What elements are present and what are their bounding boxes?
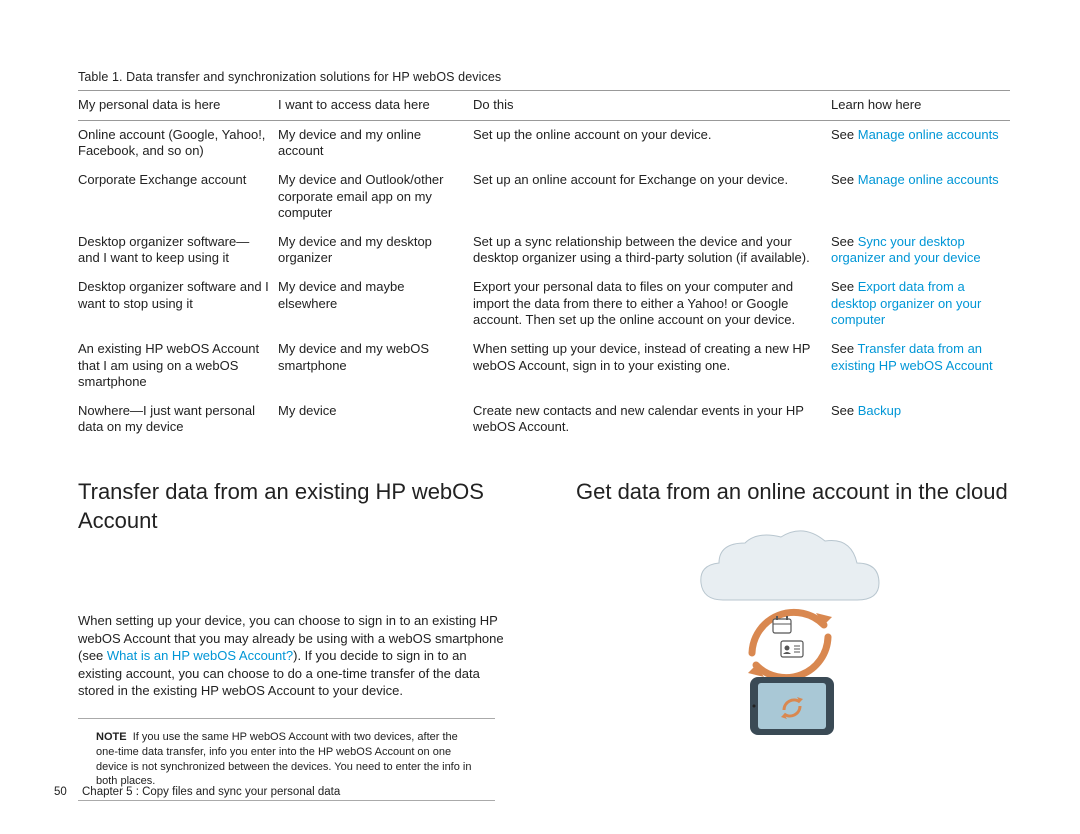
table-cell: Set up a sync relationship between the d… bbox=[473, 228, 831, 273]
table-cell: See Transfer data from an existing HP we… bbox=[831, 335, 1010, 397]
contact-card-icon bbox=[781, 641, 803, 657]
tablet-icon bbox=[750, 677, 834, 735]
table-row: An existing HP webOS Account that I am u… bbox=[78, 335, 1010, 397]
table-cell: My device bbox=[278, 397, 473, 442]
cross-ref-link[interactable]: Backup bbox=[858, 403, 901, 418]
cloud-sync-illustration bbox=[653, 525, 933, 740]
section-heading-transfer: Transfer data from an existing HP webOS … bbox=[78, 478, 512, 535]
page-footer: 50 Chapter 5 : Copy files and sync your … bbox=[54, 786, 340, 798]
table-row: Nowhere—I just want personal data on my … bbox=[78, 397, 1010, 442]
table-cell: My device and my webOS smartphone bbox=[278, 335, 473, 397]
table-row: Online account (Google, Yahoo!, Facebook… bbox=[78, 120, 1010, 166]
table-row: Corporate Exchange accountMy device and … bbox=[78, 166, 1010, 228]
table-cell: Create new contacts and new calendar eve… bbox=[473, 397, 831, 442]
table-cell: Online account (Google, Yahoo!, Facebook… bbox=[78, 120, 278, 166]
data-transfer-table: My personal data is here I want to acces… bbox=[78, 90, 1010, 442]
text: See bbox=[831, 172, 858, 187]
table-cell: My device and Outlook/other corporate em… bbox=[278, 166, 473, 228]
cloud-icon bbox=[701, 530, 879, 599]
link-what-is-account[interactable]: What is an HP webOS Account? bbox=[107, 648, 293, 663]
table-caption: Table 1. Data transfer and synchronizati… bbox=[78, 70, 1010, 84]
table-cell: Set up the online account on your device… bbox=[473, 120, 831, 166]
cross-ref-link[interactable]: Manage online accounts bbox=[858, 172, 999, 187]
col-header: Do this bbox=[473, 91, 831, 121]
col-header: My personal data is here bbox=[78, 91, 278, 121]
calendar-icon bbox=[773, 616, 791, 633]
divider bbox=[78, 718, 495, 719]
col-header: Learn how here bbox=[831, 91, 1010, 121]
table-cell: See Export data from a desktop organizer… bbox=[831, 273, 1010, 335]
table-row: Desktop organizer software and I want to… bbox=[78, 273, 1010, 335]
text: See bbox=[831, 341, 858, 356]
paragraph: When setting up your device, you can cho… bbox=[78, 612, 512, 700]
section-heading-cloud: Get data from an online account in the c… bbox=[576, 478, 1010, 507]
text: See bbox=[831, 234, 858, 249]
note-label: NOTE bbox=[96, 731, 127, 743]
table-cell: Desktop organizer software—and I want to… bbox=[78, 228, 278, 273]
note-body: If you use the same HP webOS Account wit… bbox=[96, 731, 471, 788]
text: See bbox=[831, 279, 858, 294]
table-header-row: My personal data is here I want to acces… bbox=[78, 91, 1010, 121]
note-block: NOTE If you use the same HP webOS Accoun… bbox=[78, 730, 512, 789]
table-cell: Export your personal data to files on yo… bbox=[473, 273, 831, 335]
text: See bbox=[831, 403, 858, 418]
table-cell: My device and my desktop organizer bbox=[278, 228, 473, 273]
table-cell: See Manage online accounts bbox=[831, 166, 1010, 228]
table-row: Desktop organizer software—and I want to… bbox=[78, 228, 1010, 273]
page-number: 50 bbox=[54, 786, 67, 798]
text: See bbox=[831, 127, 858, 142]
table-cell: Set up an online account for Exchange on… bbox=[473, 166, 831, 228]
table-cell: My device and my online account bbox=[278, 120, 473, 166]
table-cell: See Manage online accounts bbox=[831, 120, 1010, 166]
table-cell: See Backup bbox=[831, 397, 1010, 442]
table-cell: See Sync your desktop organizer and your… bbox=[831, 228, 1010, 273]
chapter-label: Chapter 5 : Copy files and sync your per… bbox=[82, 786, 340, 798]
divider bbox=[78, 800, 495, 801]
table-cell: Desktop organizer software and I want to… bbox=[78, 273, 278, 335]
table-cell: My device and maybe elsewhere bbox=[278, 273, 473, 335]
table-cell: An existing HP webOS Account that I am u… bbox=[78, 335, 278, 397]
cross-ref-link[interactable]: Manage online accounts bbox=[858, 127, 999, 142]
col-header: I want to access data here bbox=[278, 91, 473, 121]
table-cell: When setting up your device, instead of … bbox=[473, 335, 831, 397]
table-cell: Corporate Exchange account bbox=[78, 166, 278, 228]
table-cell: Nowhere—I just want personal data on my … bbox=[78, 397, 278, 442]
